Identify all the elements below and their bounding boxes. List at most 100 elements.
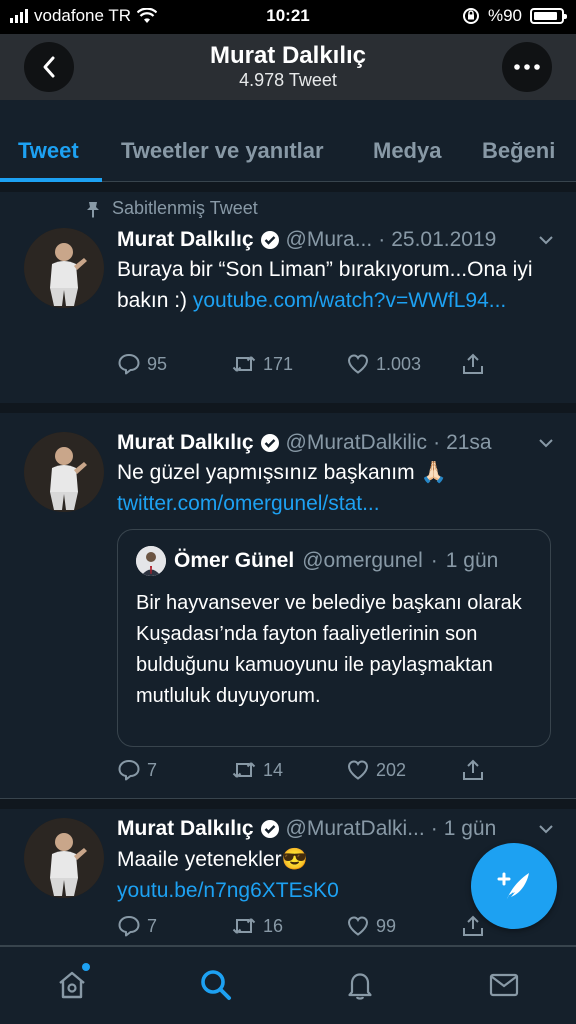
feather-plus-icon — [497, 872, 529, 902]
nav-search[interactable] — [196, 965, 236, 1005]
tweet-link[interactable]: youtube.com/watch?v=WWfL94... — [193, 289, 506, 312]
reply-count: 95 — [147, 353, 168, 374]
retweet-button[interactable]: 14 — [231, 758, 283, 782]
tweet-text: Ne güzel yapmışsınız başkanım 🙏🏻 twitter… — [117, 457, 546, 519]
mail-icon — [489, 973, 519, 997]
like-button[interactable]: 202 — [346, 758, 406, 782]
chevron-down-icon[interactable] — [538, 437, 554, 449]
bottom-navigation — [0, 946, 576, 1024]
avatar[interactable] — [24, 818, 104, 898]
tweet-handle[interactable]: @MuratDalki... — [286, 817, 425, 841]
retweet-icon — [232, 356, 256, 372]
retweet-icon — [232, 918, 256, 934]
tweet-handle[interactable]: @MuratDalkilic — [286, 431, 428, 455]
reply-count: 7 — [147, 915, 158, 936]
tweet-text-content: Ne güzel yapmışsınız başkanım 🙏🏻 — [117, 461, 447, 484]
like-count: 202 — [376, 759, 407, 780]
search-icon — [201, 970, 231, 1000]
tab-media[interactable]: Medya — [373, 138, 441, 164]
profile-tabs: Tweet Tweetler ve yanıtlar Medya Beğeni — [0, 100, 576, 182]
tweet-text-content: Maaile yetenekler😎 — [117, 848, 308, 871]
verified-badge-icon — [260, 820, 279, 838]
nav-notifications[interactable] — [340, 965, 380, 1005]
status-bar: vodafone TR 10:21 %90 — [0, 0, 576, 34]
bell-icon — [348, 973, 372, 1000]
tweet-time[interactable]: 21sa — [446, 431, 492, 455]
quoted-tweet[interactable]: Ömer Günel @omergunel · 1 gün Bir hayvan… — [117, 529, 551, 747]
quoted-handle: @omergunel — [302, 549, 423, 572]
tweet-actions: 7 14 202 — [117, 758, 546, 786]
tweet-author-name[interactable]: Murat Dalkılıç — [117, 228, 254, 252]
tab-tweets[interactable]: Tweet — [18, 138, 79, 164]
retweet-count: 14 — [263, 759, 284, 780]
share-button[interactable] — [461, 352, 485, 376]
like-count: 1.003 — [376, 353, 422, 374]
retweet-icon — [232, 762, 256, 778]
pinned-label: Sabitlenmiş Tweet — [112, 198, 258, 218]
like-button[interactable]: 99 — [346, 914, 396, 938]
tab-likes[interactable]: Beğeni — [482, 138, 555, 164]
compose-tweet-button[interactable] — [471, 843, 557, 929]
pinned-indicator: Sabitlenmiş Tweet — [84, 198, 258, 219]
section-divider — [0, 799, 576, 809]
share-button[interactable] — [461, 758, 485, 782]
reply-count: 7 — [147, 759, 158, 780]
reply-button[interactable]: 7 — [117, 758, 157, 782]
tweet-author-name[interactable]: Murat Dalkılıç — [117, 817, 254, 841]
tweet-header: Murat Dalkılıç @MuratDalkilic · 21sa — [117, 431, 492, 455]
section-divider — [0, 403, 576, 413]
quoted-time: 1 gün — [445, 549, 499, 572]
tweet-actions: 7 16 99 — [117, 914, 546, 942]
tweet-actions: 95 171 1.003 — [117, 352, 546, 380]
tweet-header: Murat Dalkılıç @MuratDalki... · 1 gün — [117, 817, 497, 841]
reply-icon — [118, 760, 140, 781]
retweet-count: 16 — [263, 915, 284, 936]
tweet-link[interactable]: twitter.com/omergunel/stat... — [117, 492, 380, 515]
nav-messages[interactable] — [484, 965, 524, 1005]
tweet-link[interactable]: youtu.be/n7ng6XTEsK0 — [117, 879, 339, 902]
quoted-author-name: Ömer Günel — [174, 549, 295, 572]
heart-icon — [347, 916, 369, 936]
rotation-lock-icon — [462, 8, 479, 24]
nav-home[interactable] — [52, 963, 92, 1005]
section-divider — [0, 182, 576, 192]
tweet-author-name[interactable]: Murat Dalkılıç — [117, 431, 254, 455]
tab-tweets-and-replies[interactable]: Tweetler ve yanıtlar — [121, 138, 324, 164]
quoted-tweet-text: Bir hayvansever ve belediye başkanı olar… — [136, 592, 522, 707]
notification-dot — [82, 963, 90, 971]
tweet-text: Maaile yetenekler😎 youtu.be/n7ng6XTEsK0 — [117, 844, 466, 906]
reply-icon — [118, 916, 140, 937]
chevron-down-icon[interactable] — [538, 234, 554, 246]
share-icon — [463, 759, 483, 780]
battery-percent: %90 — [487, 6, 522, 25]
like-button[interactable]: 1.003 — [346, 352, 421, 376]
more-options-button[interactable] — [502, 42, 552, 92]
tweet-header: Murat Dalkılıç @Mura... · 25.01.2019 — [117, 228, 497, 252]
quoted-avatar — [136, 546, 166, 576]
reply-icon — [118, 354, 140, 375]
verified-badge-icon — [260, 231, 279, 249]
tweet-time[interactable]: 25.01.2019 — [391, 228, 496, 252]
more-dots-icon — [514, 64, 540, 70]
profile-header: Murat Dalkılıç 4.978 Tweet — [0, 34, 576, 100]
verified-badge-icon — [260, 434, 279, 452]
avatar[interactable] — [24, 432, 104, 512]
retweet-count: 171 — [263, 353, 294, 374]
heart-icon — [347, 354, 369, 374]
tweet-time[interactable]: 1 gün — [444, 817, 497, 841]
reply-button[interactable]: 95 — [117, 352, 167, 376]
header-name: Murat Dalkılıç — [209, 42, 367, 69]
share-button[interactable] — [461, 914, 485, 938]
heart-icon — [347, 760, 369, 780]
reply-button[interactable]: 7 — [117, 914, 157, 938]
tweet-handle[interactable]: @Mura... — [286, 228, 373, 252]
pin-icon — [87, 201, 99, 218]
like-count: 99 — [376, 915, 397, 936]
retweet-button[interactable]: 171 — [231, 352, 293, 376]
quoted-tweet-header: Ömer Günel @omergunel · 1 gün — [136, 546, 498, 576]
retweet-button[interactable]: 16 — [231, 914, 283, 938]
home-icon — [59, 971, 85, 999]
share-icon — [463, 915, 483, 936]
chevron-down-icon[interactable] — [538, 823, 554, 835]
avatar[interactable] — [24, 228, 104, 308]
